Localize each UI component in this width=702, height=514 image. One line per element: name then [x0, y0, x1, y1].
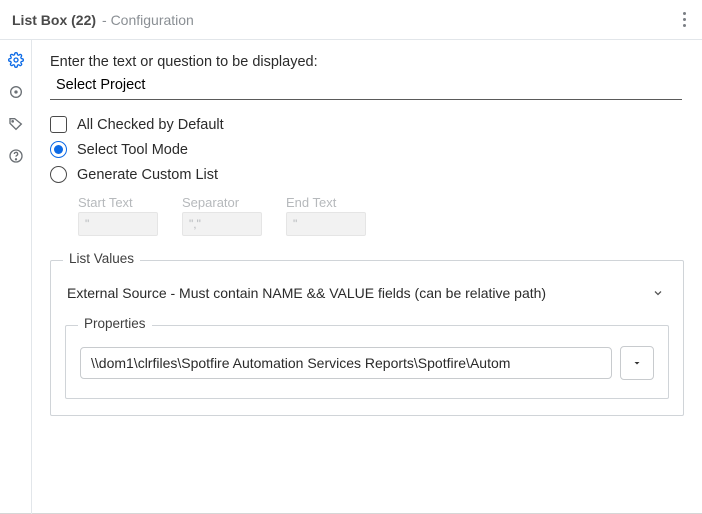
- start-text-input: [78, 212, 158, 236]
- separator-input: [182, 212, 262, 236]
- generate-custom-list-option[interactable]: Generate Custom List: [50, 166, 684, 183]
- select-tool-mode-label: Select Tool Mode: [77, 142, 188, 158]
- titlebar: List Box (22) - Configuration: [0, 0, 702, 40]
- generate-custom-list-label: Generate Custom List: [77, 167, 218, 183]
- end-text-input: [286, 212, 366, 236]
- prompt-label: Enter the text or question to be display…: [50, 54, 684, 70]
- select-tool-mode-option[interactable]: Select Tool Mode: [50, 141, 684, 158]
- prompt-input[interactable]: [50, 74, 682, 100]
- end-text-label: End Text: [286, 195, 366, 210]
- help-icon[interactable]: [6, 146, 26, 166]
- tag-icon[interactable]: [6, 114, 26, 134]
- all-checked-label: All Checked by Default: [77, 117, 224, 133]
- list-values-fieldset: List Values External Source - Must conta…: [50, 260, 684, 416]
- radio-unselected-icon: [50, 166, 67, 183]
- properties-fieldset: Properties: [65, 325, 669, 399]
- list-values-legend: List Values: [63, 251, 140, 266]
- custom-list-subfields: Start Text Separator End Text: [78, 195, 684, 236]
- left-rail: [0, 40, 32, 514]
- window-title: List Box (22): [12, 12, 96, 28]
- chevron-down-icon: [647, 282, 669, 304]
- all-checked-option[interactable]: All Checked by Default: [50, 116, 684, 133]
- separator-label: Separator: [182, 195, 262, 210]
- start-text-label: Start Text: [78, 195, 158, 210]
- source-select[interactable]: External Source - Must contain NAME && V…: [65, 281, 669, 305]
- checkbox-icon: [50, 116, 67, 133]
- properties-legend: Properties: [78, 316, 152, 331]
- radio-selected-icon: [50, 141, 67, 158]
- target-icon[interactable]: [6, 82, 26, 102]
- properties-path-input[interactable]: [80, 347, 612, 379]
- source-select-value: External Source - Must contain NAME && V…: [65, 281, 647, 305]
- gear-icon[interactable]: [6, 50, 26, 70]
- kebab-menu-icon[interactable]: [674, 8, 694, 32]
- properties-dropdown-button[interactable]: [620, 346, 654, 380]
- window-subtitle: - Configuration: [102, 12, 194, 28]
